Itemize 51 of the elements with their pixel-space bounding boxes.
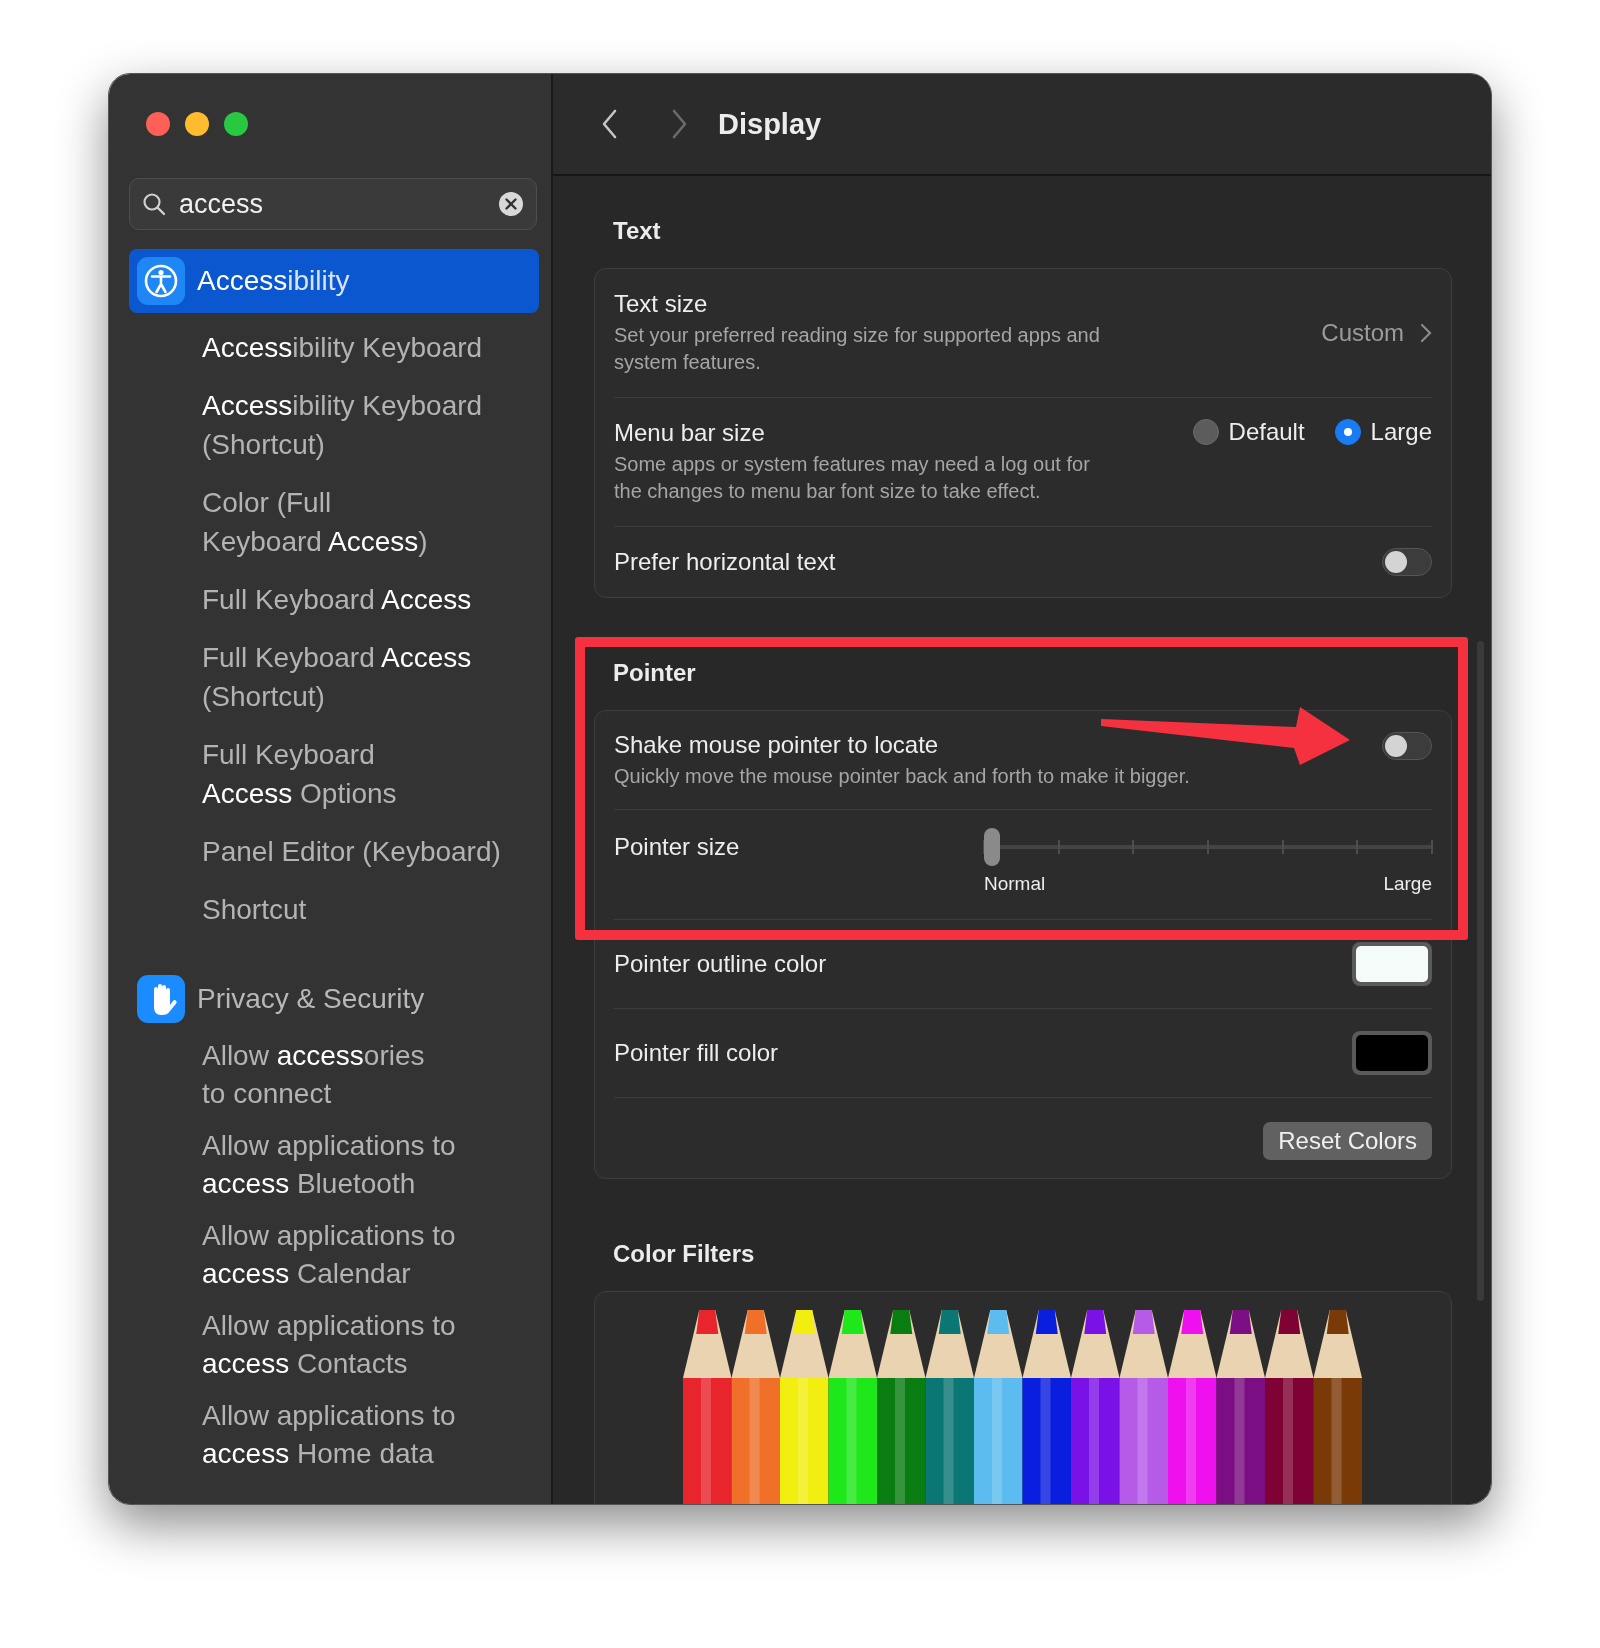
sidebar-item[interactable]: Allow applications to access Contacts — [129, 1307, 539, 1383]
minimize-button[interactable] — [185, 112, 209, 136]
sidebar-item[interactable]: Privacy & Security — [129, 967, 539, 1031]
toggle-switch[interactable] — [1382, 548, 1432, 576]
window-title: Display — [718, 107, 822, 141]
setting-label: Menu bar size — [614, 418, 766, 448]
section-heading: Color Filters — [612, 1239, 756, 1269]
radio-button[interactable] — [1334, 419, 1361, 445]
setting-label: Text size — [614, 289, 709, 319]
setting-label: Prefer horizontal text — [614, 547, 836, 577]
sidebar-item[interactable]: Allow applications to access Bluetooth — [129, 1127, 539, 1203]
radio-label: Large — [1370, 418, 1432, 446]
setting-description: Set your preferred reading size for supported apps and system features. — [614, 323, 1100, 375]
sidebar-item[interactable]: Color (Full Keyboard Access) — [129, 483, 539, 561]
reset-colors-button[interactable]: Reset Colors — [1263, 1122, 1432, 1160]
search-icon — [142, 192, 166, 216]
slider-thumb[interactable] — [984, 828, 1000, 866]
accessibility-icon — [137, 257, 185, 305]
close-button[interactable] — [146, 112, 170, 136]
section-heading: Pointer — [612, 658, 697, 688]
slider-max-label: Large — [1383, 873, 1432, 895]
search-field[interactable]: access — [129, 178, 537, 230]
sidebar-item[interactable]: Shortcut — [129, 890, 539, 929]
sidebar-item[interactable]: Panel Editor (Keyboard) — [129, 832, 539, 871]
clear-icon[interactable] — [498, 191, 524, 217]
radio-button[interactable] — [1192, 419, 1219, 445]
value-link[interactable]: Custom — [1321, 318, 1432, 347]
chevron-icon — [1420, 322, 1432, 343]
section-heading: Text — [612, 216, 662, 246]
sidebar-item[interactable]: Full Keyboard Access — [129, 580, 539, 619]
toggle-switch[interactable] — [1382, 732, 1432, 760]
color-well[interactable] — [1352, 942, 1432, 986]
hand-icon — [137, 975, 185, 1023]
sidebar-item[interactable]: Allow accessories to connect — [129, 1037, 539, 1113]
setting-description: Quickly move the mouse pointer back and forth to make it bigger. — [614, 764, 1190, 789]
setting-label: Pointer size — [614, 832, 740, 862]
sidebar-item[interactable]: Accessibility — [129, 249, 539, 313]
setting-label: Shake mouse pointer to locate — [614, 730, 940, 760]
color-well[interactable] — [1352, 1031, 1432, 1075]
zoom-button[interactable] — [224, 112, 248, 136]
setting-description: Some apps or system features may need a log out for the changes to menu bar font size to take effect. — [614, 452, 1090, 504]
sidebar-item[interactable]: Full Keyboard Access Options — [129, 735, 539, 813]
sidebar-item[interactable]: Accessibility Keyboard (Shortcut) — [129, 386, 539, 464]
sidebar-item[interactable]: Allow applications to access Home data — [129, 1397, 539, 1473]
sidebar-item[interactable]: Full Keyboard Access (Shortcut) — [129, 638, 539, 716]
sidebar-item[interactable]: Accessibility Keyboard — [129, 328, 539, 367]
slider-min-label: Normal — [984, 873, 1046, 895]
setting-label: Pointer outline color — [614, 949, 827, 979]
radio-label: Default — [1228, 418, 1305, 446]
setting-label: Pointer fill color — [614, 1038, 779, 1068]
sidebar-item[interactable]: Allow applications to access Calendar — [129, 1217, 539, 1293]
